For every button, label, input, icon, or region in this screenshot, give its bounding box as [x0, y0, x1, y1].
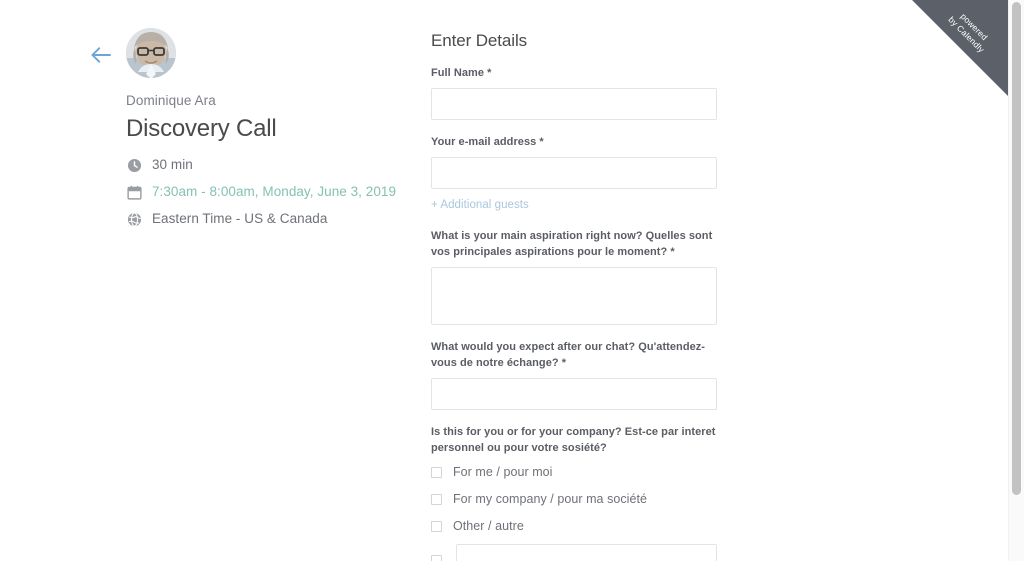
- email-input[interactable]: [431, 157, 717, 189]
- full-name-input[interactable]: [431, 88, 717, 120]
- checkbox-for-my-company[interactable]: [431, 493, 442, 505]
- event-duration-row: 30 min: [126, 156, 396, 174]
- booking-form: Enter Details Full Name * Your e-mail ad…: [431, 30, 717, 561]
- avatar: [126, 28, 176, 78]
- option-label-2: Other / autre: [453, 519, 524, 533]
- question-1-textarea[interactable]: [431, 267, 717, 325]
- checkbox-other[interactable]: [431, 520, 442, 532]
- event-duration: 30 min: [152, 157, 193, 172]
- question-1-label: What is your main aspiration right now? …: [431, 230, 713, 258]
- option-label-0: For me / pour moi: [453, 465, 553, 479]
- option-label-1: For my company / pour ma société: [453, 492, 648, 506]
- checkbox-for-me[interactable]: [431, 466, 442, 478]
- powered-by-ribbon[interactable]: powered by Calendly: [912, 0, 1016, 104]
- full-name-field-group: Full Name *: [431, 66, 717, 120]
- full-name-label: Full Name *: [431, 67, 492, 79]
- option-row-1[interactable]: For my company / pour ma société: [431, 490, 717, 508]
- question-2-label: What would you expect after our chat? Qu…: [431, 341, 706, 369]
- avatar-photo-icon: [126, 28, 176, 78]
- booking-page: Dominique Ara Discovery Call 30 min 7:30…: [0, 0, 1024, 561]
- question-3-field-group: Is this for you or for your company? Est…: [431, 425, 717, 561]
- additional-guests-link[interactable]: + Additional guests: [431, 197, 529, 213]
- event-info: Dominique Ara Discovery Call 30 min 7:30…: [126, 28, 396, 237]
- event-meta-list: 30 min 7:30am - 8:00am, Monday, June 3, …: [126, 156, 396, 228]
- arrow-left-icon: [91, 47, 111, 63]
- scrollbar-thumb[interactable]: [1012, 2, 1021, 495]
- vertical-scrollbar[interactable]: [1008, 0, 1024, 561]
- option-row-0[interactable]: For me / pour moi: [431, 463, 717, 481]
- back-button[interactable]: [88, 42, 114, 68]
- page-title: Discovery Call: [126, 115, 277, 142]
- event-datetime: 7:30am - 8:00am, Monday, June 3, 2019: [152, 184, 396, 199]
- question-1-field-group: What is your main aspiration right now? …: [431, 229, 717, 325]
- event-datetime-row: 7:30am - 8:00am, Monday, June 3, 2019: [126, 183, 396, 201]
- globe-icon: [126, 211, 142, 227]
- clock-icon: [126, 157, 142, 173]
- option-row-other-text: [431, 544, 717, 561]
- email-label: Your e-mail address *: [431, 136, 544, 148]
- option-row-2[interactable]: Other / autre: [431, 517, 717, 535]
- event-timezone: Eastern Time - US & Canada: [152, 211, 328, 226]
- event-timezone-row: Eastern Time - US & Canada: [126, 210, 396, 228]
- other-option-input[interactable]: [456, 544, 717, 561]
- question-2-input[interactable]: [431, 378, 717, 410]
- checkbox-other-text[interactable]: [431, 554, 442, 561]
- form-heading: Enter Details: [431, 31, 528, 50]
- question-3-label: Is this for you or for your company? Est…: [431, 426, 716, 454]
- question-2-field-group: What would you expect after our chat? Qu…: [431, 340, 717, 410]
- calendar-icon: [126, 184, 142, 200]
- host-name: Dominique Ara: [126, 93, 216, 108]
- email-field-group: Your e-mail address *: [431, 135, 717, 189]
- page-content: Dominique Ara Discovery Call 30 min 7:30…: [0, 0, 1008, 561]
